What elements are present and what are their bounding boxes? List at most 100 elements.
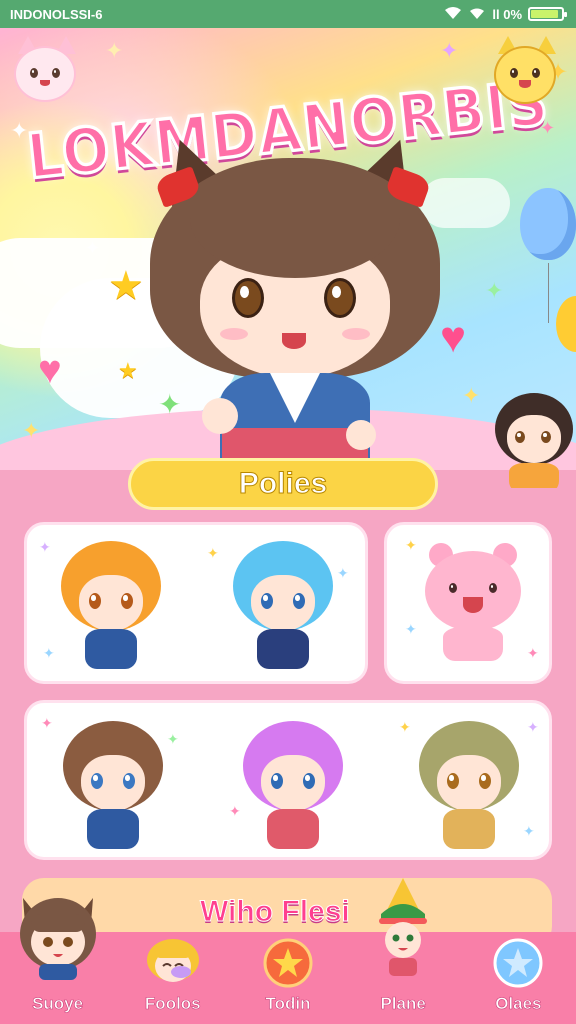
balloon-icon [556, 296, 576, 352]
nav-item-todin[interactable]: Todin [238, 934, 338, 1014]
body [87, 809, 139, 849]
section-header: Polies [128, 458, 438, 510]
yellow-cat-mascot [494, 36, 560, 116]
orange-hair-chibi [61, 541, 161, 671]
bear-head [425, 551, 521, 631]
eye [271, 773, 283, 789]
status-bar: INDONOLSSI-6 ll 0% [0, 0, 576, 28]
sparkle-icon: ✦ [85, 238, 101, 258]
star-icon: ★ [108, 264, 144, 308]
green-hair-chibi [419, 721, 519, 851]
promo-banner-title: Wiho Flesi [200, 895, 351, 929]
eye [510, 68, 518, 78]
nav-item-plane[interactable]: Plane [353, 878, 453, 1014]
battery-level [531, 10, 558, 18]
wifi-icon [444, 6, 462, 23]
eye [123, 773, 135, 789]
nav-item-foolos[interactable]: Foolos [123, 934, 223, 1014]
eye [489, 583, 497, 593]
sparkle-icon: ✦ [167, 731, 179, 747]
signal-icon [468, 6, 486, 23]
mouth [282, 333, 306, 349]
body [443, 627, 503, 661]
mouth [519, 80, 531, 88]
eye [515, 431, 525, 443]
balloon-string [548, 263, 549, 323]
eye [91, 773, 103, 789]
sparkle-icon: ✦ [405, 537, 417, 553]
blonde-avatar-icon [143, 938, 203, 986]
sparkle-icon: ✦ [527, 645, 539, 661]
sparkle-icon: ✦ [337, 565, 349, 581]
nav-label: Plane [380, 994, 426, 1014]
character-card[interactable]: ✦ ✦ ✦ [384, 522, 552, 684]
character-card[interactable]: ✦ ✦ ✦ ✦ ✦ ✦ [24, 700, 552, 860]
battery-icon [528, 7, 567, 21]
eye [89, 593, 101, 609]
pink-cat-mascot [14, 36, 80, 106]
sparkle-icon: ✦ [41, 715, 53, 731]
body [85, 629, 137, 669]
brown-hair-chibi [63, 721, 163, 851]
sparkle-icon: ✦ [399, 719, 411, 735]
cat-head [14, 46, 76, 102]
cat-girl-avatar-icon [13, 884, 103, 980]
eye [324, 278, 356, 318]
eye [232, 278, 264, 318]
body [443, 809, 495, 849]
body [509, 463, 559, 488]
hand-wave [202, 398, 238, 434]
sparkle-icon: ✦ [229, 803, 241, 819]
purple-hair-chibi [243, 721, 343, 851]
nav-label: Suoye [32, 994, 84, 1014]
heart-icon: ♥ [38, 348, 62, 392]
eye [541, 431, 551, 443]
mouth [40, 80, 50, 86]
sparkle-icon: ✦ [105, 38, 124, 63]
elf-avatar-icon [371, 874, 435, 986]
blue-hair-chibi [233, 541, 333, 671]
mouth [463, 597, 483, 613]
nav-label: Todin [265, 994, 311, 1014]
eye [447, 773, 459, 789]
balloon-icon [520, 188, 576, 260]
sparkle-icon: ✦ [440, 38, 459, 63]
star-bubble-icon [493, 938, 543, 988]
sparkle-icon: ✦ [485, 278, 504, 303]
status-indicators: ll 0% [444, 6, 567, 23]
bottom-navigation: Suoye Foolos Todin Plane Olaes [0, 878, 576, 1024]
signal-text: ll 0% [492, 6, 522, 22]
hand [346, 420, 376, 450]
nav-label: Foolos [144, 994, 201, 1014]
nav-item-suoye[interactable]: Suoye [8, 898, 108, 1014]
sparkle-icon: ✦ [39, 539, 51, 555]
sparkle-icon: ✦ [523, 823, 535, 839]
hero-banner: ✦ ✦ ✦ ✦ ✦ ★ ★ ✦ ✦ ♥ ♥ ✦ ✦ ✦ LOKMDANORBIS [0, 28, 576, 488]
blush [342, 328, 370, 340]
eye [449, 583, 457, 593]
carrier-label: INDONOLSSI-6 [10, 6, 103, 22]
eye [52, 68, 60, 78]
heart-icon: ♥ [440, 313, 467, 362]
eye [532, 68, 540, 78]
pink-bear-mascot [425, 543, 521, 663]
sparkle-icon: ✦ [462, 383, 481, 408]
eye [121, 593, 133, 609]
nav-label: Olaes [495, 994, 542, 1014]
peeking-chibi [495, 393, 575, 488]
star-icon: ★ [118, 358, 138, 383]
sparkle-icon: ✦ [527, 719, 539, 735]
blush [220, 328, 248, 340]
eye [261, 593, 273, 609]
main-chibi-character [150, 128, 440, 473]
body [267, 809, 319, 849]
sparkle-icon: ✦ [207, 545, 219, 561]
eye [479, 773, 491, 789]
character-card[interactable]: ✦ ✦ ✦ ✦ [24, 522, 368, 684]
body [257, 629, 309, 669]
star-badge-icon [263, 938, 313, 988]
nav-item-olaes[interactable]: Olaes [468, 934, 568, 1014]
eye [293, 593, 305, 609]
eye [303, 773, 315, 789]
sparkle-icon: ✦ [43, 645, 55, 661]
